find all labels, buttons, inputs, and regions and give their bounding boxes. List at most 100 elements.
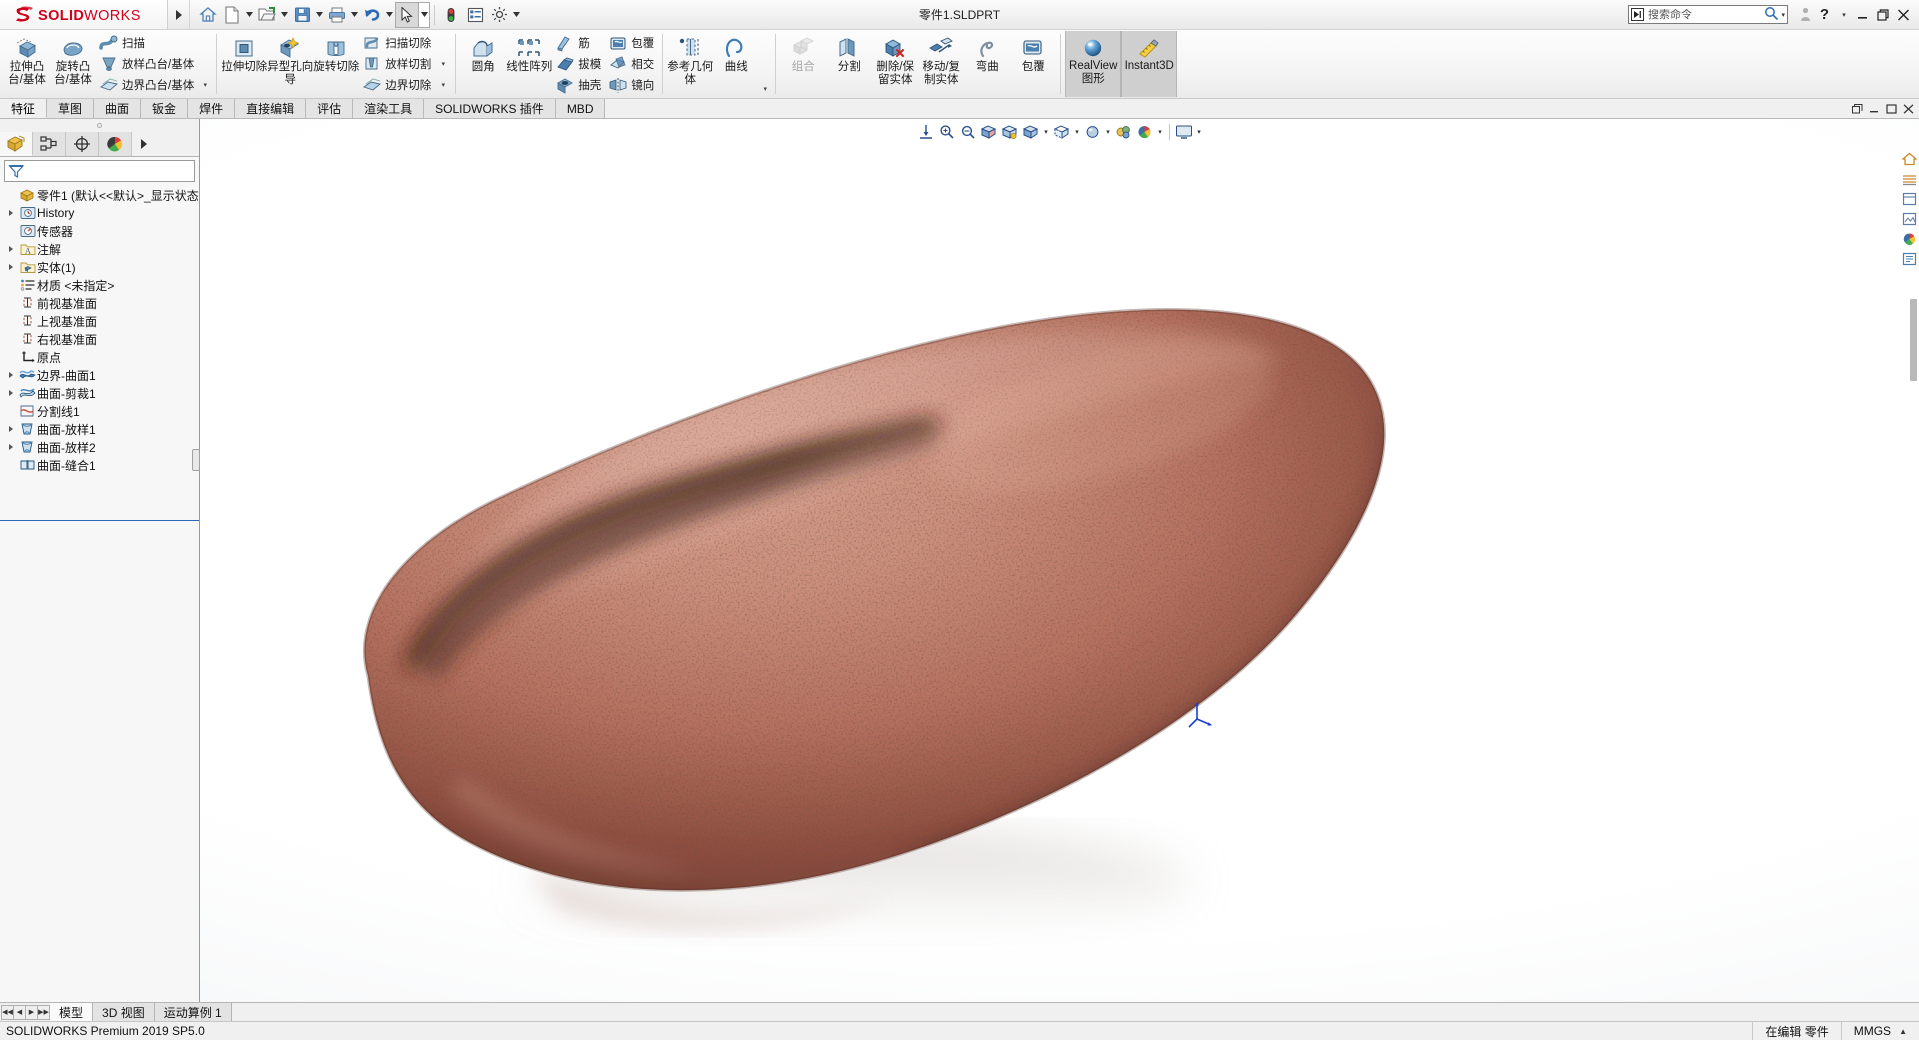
tab-sketch[interactable]: 草图	[47, 99, 95, 118]
bottom-tab-motion-study[interactable]: 运动算例 1	[154, 1003, 232, 1021]
open-folder-icon[interactable]	[255, 2, 279, 28]
apply-scene-icon[interactable]	[1083, 122, 1103, 142]
previous-view-icon[interactable]	[958, 122, 978, 142]
solidworks-logo[interactable]: SOLID WORKS	[0, 0, 168, 29]
display-style-caret-icon[interactable]: ▾	[1042, 122, 1051, 142]
menu-expand-arrow-icon[interactable]	[168, 0, 190, 29]
maximize-document-button[interactable]	[1884, 102, 1898, 116]
feature-tree[interactable]: 零件1 (默认<<默认>_显示状态 1>) History	[0, 184, 199, 1002]
display-manager-tab[interactable]	[99, 132, 132, 156]
tab-last-button[interactable]: ▶▶	[37, 1004, 50, 1020]
view-settings-icon[interactable]	[1114, 122, 1134, 142]
gear-icon[interactable]	[487, 2, 511, 28]
tree-item-history[interactable]: History	[0, 204, 199, 222]
undo-icon[interactable]	[360, 2, 384, 28]
wrap-button[interactable]: 包覆	[605, 33, 658, 54]
feature-manager-tabs-overflow[interactable]	[132, 132, 199, 156]
tree-toggle[interactable]	[4, 264, 18, 270]
tab-sheetmetal[interactable]: 钣金	[141, 99, 189, 118]
boundary-boss-button[interactable]: 边界凸台/基体	[96, 75, 198, 96]
tree-toggle[interactable]	[4, 390, 18, 396]
new-document-caret-icon[interactable]	[244, 2, 255, 28]
combine-button[interactable]: 组合	[780, 30, 826, 98]
extrude-boss-button[interactable]: 拉伸凸台/基体	[4, 30, 50, 98]
rib-button[interactable]: 筋	[552, 33, 605, 54]
hide-show-icon[interactable]	[1052, 122, 1072, 142]
tab-surfaces[interactable]: 曲面	[94, 99, 142, 118]
apply-scene-caret-icon[interactable]: ▾	[1104, 122, 1113, 142]
tree-item-loft-surface-1[interactable]: 曲面-放样1	[0, 420, 199, 438]
print-caret-icon[interactable]	[349, 2, 360, 28]
tab-render-tools[interactable]: 渲染工具	[353, 99, 425, 118]
section-view-icon[interactable]	[979, 122, 999, 142]
tab-direct-editing[interactable]: 直接编辑	[235, 99, 307, 118]
property-manager-tab[interactable]	[33, 132, 66, 156]
fillet-button[interactable]: 圆角	[460, 30, 506, 98]
tree-filter-box[interactable]	[4, 160, 195, 182]
view-orientation-icon[interactable]	[1000, 122, 1020, 142]
tree-item-split-line-1[interactable]: 分割线1	[0, 402, 199, 420]
status-units-caret-icon[interactable]: ▲	[1891, 1027, 1907, 1036]
curves-button[interactable]: 曲线	[713, 30, 759, 98]
tab-mbd[interactable]: MBD	[555, 99, 606, 118]
tab-solidworks-addins[interactable]: SOLIDWORKS 插件	[424, 99, 556, 118]
restore-document-button[interactable]	[1850, 102, 1864, 116]
appearances-icon[interactable]	[1899, 209, 1919, 228]
shell-button[interactable]: 抽壳	[552, 75, 605, 96]
search-input[interactable]	[1648, 8, 1765, 21]
minimize-document-button[interactable]	[1867, 102, 1881, 116]
move-copy-body-button[interactable]: 移动/复制实体	[918, 30, 964, 98]
zoom-to-fit-icon[interactable]	[916, 122, 936, 142]
revolve-boss-button[interactable]: 旋转凸台/基体	[50, 30, 96, 98]
boundary-cut-caret-icon[interactable]: ▾	[441, 81, 445, 89]
tree-item-knit-surface-1[interactable]: 曲面-缝合1	[0, 456, 199, 474]
minimize-window-button[interactable]	[1853, 2, 1873, 28]
home-icon[interactable]	[196, 2, 220, 28]
feature-manager-tab[interactable]	[0, 132, 33, 156]
tree-item-boundary-surface-1[interactable]: 边界-曲面1	[0, 366, 199, 384]
tree-item-right-plane[interactable]: 右视基准面	[0, 330, 199, 348]
revolve-cut-button[interactable]: 旋转切除	[313, 30, 359, 98]
close-window-button[interactable]	[1893, 2, 1913, 28]
bottom-tab-model[interactable]: 模型	[50, 1003, 94, 1021]
panel-collapse-handle[interactable]	[0, 119, 199, 132]
help-icon[interactable]: ?	[1815, 2, 1834, 28]
save-icon[interactable]	[290, 2, 314, 28]
tree-item-annotations[interactable]: A 注解	[0, 240, 199, 258]
tree-item-front-plane[interactable]: 前视基准面	[0, 294, 199, 312]
view-library-icon[interactable]	[1899, 169, 1919, 188]
tree-toggle[interactable]	[4, 444, 18, 450]
tree-item-origin[interactable]: 原点	[0, 348, 199, 366]
panel-resize-handle[interactable]	[192, 449, 200, 471]
viewport-layout-caret-icon[interactable]: ▾	[1195, 122, 1204, 142]
options-list-icon[interactable]	[463, 2, 487, 28]
viewport-layout-icon[interactable]	[1174, 122, 1194, 142]
flex-button[interactable]: 弯曲	[964, 30, 1010, 98]
tab-weldments[interactable]: 焊件	[188, 99, 236, 118]
tree-toggle[interactable]	[4, 372, 18, 378]
linear-pattern-button[interactable]: 线性阵列	[506, 30, 552, 98]
realview-graphics-toggle[interactable]: RealView 图形	[1065, 31, 1122, 97]
wrap2-button[interactable]: 包覆	[1010, 30, 1056, 98]
draft-button[interactable]: 拔模	[552, 54, 605, 75]
account-icon[interactable]	[1796, 2, 1815, 28]
reference-geometry-button[interactable]: 参考几何体	[667, 30, 713, 98]
appearance-settings-icon[interactable]	[1135, 122, 1155, 142]
hide-show-caret-icon[interactable]: ▾	[1073, 122, 1082, 142]
search-command-box[interactable]: ▾	[1628, 5, 1788, 24]
configuration-manager-tab[interactable]	[66, 132, 99, 156]
sweep-cut-button[interactable]: 扫描切除	[359, 33, 435, 54]
tree-rollback-bar[interactable]	[0, 520, 199, 521]
view-palette-icon[interactable]	[1899, 189, 1919, 208]
graphics-viewport[interactable]: ▾ ▾ ▾ ▾ ▾	[200, 119, 1919, 1002]
split-button[interactable]: 分割	[826, 30, 872, 98]
tree-item-material[interactable]: 材质 <未指定>	[0, 276, 199, 294]
viewport-vertical-scrollbar[interactable]	[1910, 299, 1917, 381]
tree-item-sensors[interactable]: 传感器	[0, 222, 199, 240]
tree-toggle[interactable]	[4, 210, 18, 216]
custom-properties-icon[interactable]	[1899, 249, 1919, 268]
sweep-button[interactable]: 扫描	[96, 33, 198, 54]
status-units[interactable]: MMGS ▲	[1840, 1021, 1919, 1040]
appearance-caret-icon[interactable]: ▾	[1156, 122, 1165, 142]
tab-evaluate[interactable]: 评估	[306, 99, 354, 118]
